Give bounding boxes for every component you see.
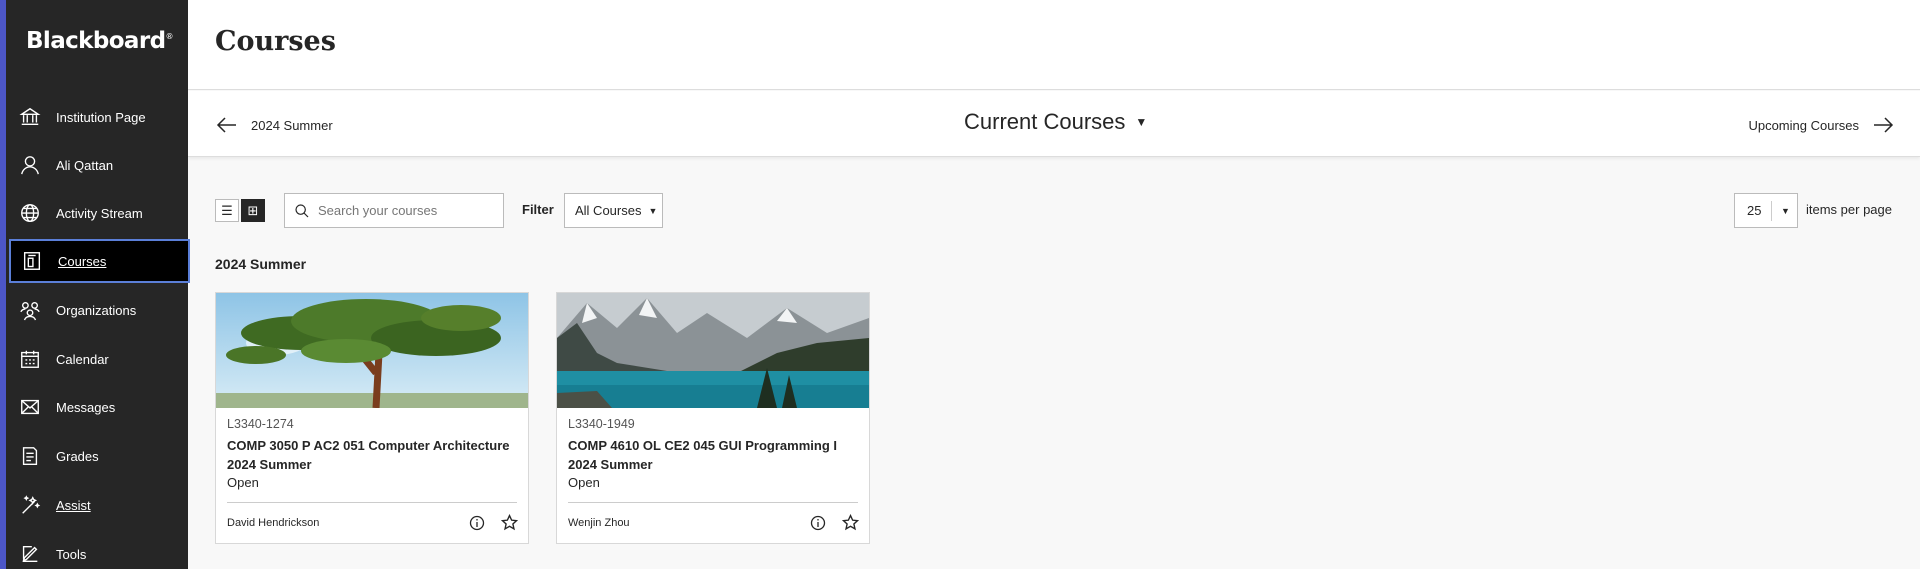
sidebar-item-label: Courses [58, 253, 107, 269]
sidebar-item-label: Calendar [56, 351, 109, 367]
items-per-page-value: 25 [1747, 203, 1762, 218]
course-image-mountain-lake [557, 293, 869, 408]
globe-icon [18, 201, 42, 225]
grid-view-button[interactable]: ⊞ [241, 199, 265, 222]
sidebar-item-label: Grades [56, 448, 99, 464]
divider [1771, 200, 1772, 221]
caret-down-icon: ▼ [1781, 205, 1790, 216]
search-input[interactable] [318, 203, 498, 218]
course-name[interactable]: COMP 3050 P AC2 051 Computer Architectur… [227, 436, 519, 474]
list-view-button[interactable]: ☰ [215, 199, 239, 222]
sidebar-item-institution-page[interactable]: Institution Page [6, 95, 188, 139]
term-navigation-bar: 2024 Summer Current Courses ▼ Upcoming C… [188, 91, 1920, 157]
blackboard-logo[interactable]: Blackboard® [26, 28, 174, 54]
sidebar-item-label: Messages [56, 399, 116, 415]
sidebar-item-courses[interactable]: Courses [9, 239, 190, 283]
filter-label: Filter [522, 202, 554, 217]
calendar-icon [18, 347, 42, 371]
filter-value: All Courses [575, 203, 642, 218]
sidebar: Blackboard® Institution Page Ali Qattan … [0, 0, 190, 569]
course-card[interactable]: L3340-1274 COMP 3050 P AC2 051 Computer … [215, 292, 529, 544]
previous-term-link[interactable]: 2024 Summer [215, 113, 333, 137]
user-icon [18, 153, 42, 177]
search-icon [295, 203, 309, 217]
arrow-right-icon [1874, 117, 1894, 133]
sidebar-item-messages[interactable]: Messages [6, 385, 188, 429]
sidebar-item-profile[interactable]: Ali Qattan [6, 143, 188, 187]
sidebar-item-label: Assist [56, 497, 91, 513]
sidebar-item-assist[interactable]: Assist [6, 483, 188, 527]
course-card[interactable]: L3340-1949 COMP 4610 OL CE2 045 GUI Prog… [556, 292, 870, 544]
assist-icon [18, 493, 42, 517]
star-icon[interactable] [842, 514, 859, 531]
sidebar-item-label: Institution Page [56, 109, 146, 125]
course-instructor: David Hendrickson [227, 517, 320, 529]
courses-icon [20, 249, 44, 273]
sidebar-item-label: Organizations [56, 302, 137, 318]
course-code: L3340-1274 [227, 417, 294, 431]
items-per-page-label: items per page [1806, 202, 1892, 217]
current-courses-label: Current Courses [964, 109, 1126, 134]
grid-icon: ⊞ [247, 202, 259, 218]
sidebar-item-tools[interactable]: Tools [6, 532, 188, 569]
divider [227, 502, 517, 503]
filter-select[interactable]: All Courses ▼ [564, 193, 663, 228]
current-courses-dropdown[interactable]: Current Courses ▼ [964, 109, 1147, 135]
page-title: Courses [215, 26, 336, 57]
caret-down-icon: ▼ [1135, 115, 1148, 129]
course-status: Open [568, 475, 600, 490]
sidebar-item-label: Tools [56, 546, 87, 562]
page-header: Courses [188, 0, 1920, 90]
view-toggle: ☰ ⊞ [215, 199, 265, 222]
sidebar-item-label: Ali Qattan [56, 157, 114, 173]
envelope-icon [18, 395, 42, 419]
previous-term-label: 2024 Summer [251, 117, 333, 133]
info-icon[interactable] [810, 515, 826, 531]
course-image-tree [216, 293, 528, 408]
course-code: L3340-1949 [568, 417, 635, 431]
course-instructor: Wenjin Zhou [568, 517, 630, 529]
caret-down-icon: ▼ [648, 205, 658, 216]
sidebar-item-grades[interactable]: Grades [6, 434, 188, 478]
sidebar-item-organizations[interactable]: Organizations [6, 288, 188, 332]
next-term-label: Upcoming Courses [1748, 117, 1859, 133]
sidebar-item-calendar[interactable]: Calendar [6, 337, 188, 381]
star-icon[interactable] [501, 514, 518, 531]
term-heading: 2024 Summer [215, 256, 307, 272]
tools-icon [18, 542, 42, 566]
arrow-left-icon [216, 117, 236, 133]
course-search [284, 193, 504, 228]
organizations-icon [18, 298, 42, 322]
institution-icon [18, 105, 42, 129]
list-icon: ☰ [221, 202, 233, 218]
upcoming-courses-link[interactable]: Upcoming Courses [1748, 113, 1895, 137]
sidebar-item-label: Activity Stream [56, 205, 143, 221]
sidebar-item-activity-stream[interactable]: Activity Stream [6, 191, 188, 235]
divider [568, 502, 858, 503]
items-per-page-select[interactable]: 25 ▼ [1734, 193, 1798, 228]
info-icon[interactable] [469, 515, 485, 531]
course-name[interactable]: COMP 4610 OL CE2 045 GUI Programming I 2… [568, 436, 860, 474]
course-status: Open [227, 475, 259, 490]
grades-icon [18, 444, 42, 468]
